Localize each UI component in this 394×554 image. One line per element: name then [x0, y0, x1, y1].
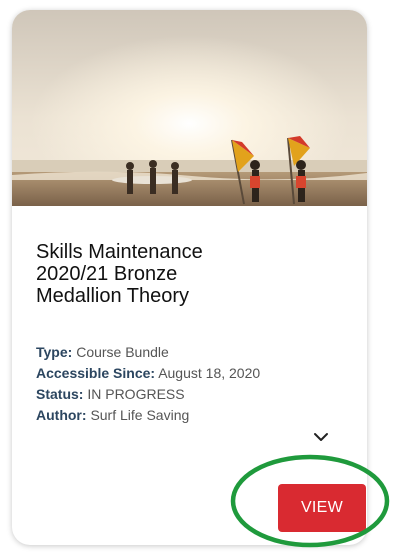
detail-status: Status: IN PROGRESS	[36, 384, 286, 405]
detail-status-value: IN PROGRESS	[87, 386, 185, 402]
detail-status-label: Status:	[36, 386, 84, 402]
detail-author: Author: Surf Life Saving	[36, 405, 286, 426]
course-card: Skills Maintenance 2020/21 Bronze Medall…	[12, 10, 367, 545]
detail-accessible-since-value: August 18, 2020	[158, 365, 261, 381]
course-details: Type: Course Bundle Accessible Since: Au…	[36, 342, 286, 426]
detail-accessible-since: Accessible Since: August 18, 2020	[36, 363, 286, 384]
detail-accessible-since-label: Accessible Since:	[36, 365, 156, 381]
detail-type-value: Course Bundle	[76, 344, 169, 360]
detail-type-label: Type:	[36, 344, 73, 360]
view-button[interactable]: VIEW	[278, 484, 366, 532]
course-title-line: Medallion Theory	[36, 285, 190, 307]
course-title-line: 2020/21 Bronze	[36, 263, 178, 285]
chevron-down-icon[interactable]	[310, 428, 332, 446]
course-title-line: Skills Maintenance	[36, 241, 203, 263]
detail-author-label: Author:	[36, 407, 87, 423]
course-title: Skills Maintenance 2020/21 Bronze Medall…	[36, 241, 336, 307]
course-thumbnail-image	[12, 10, 367, 206]
detail-type: Type: Course Bundle	[36, 342, 286, 363]
detail-author-value: Surf Life Saving	[90, 407, 190, 423]
